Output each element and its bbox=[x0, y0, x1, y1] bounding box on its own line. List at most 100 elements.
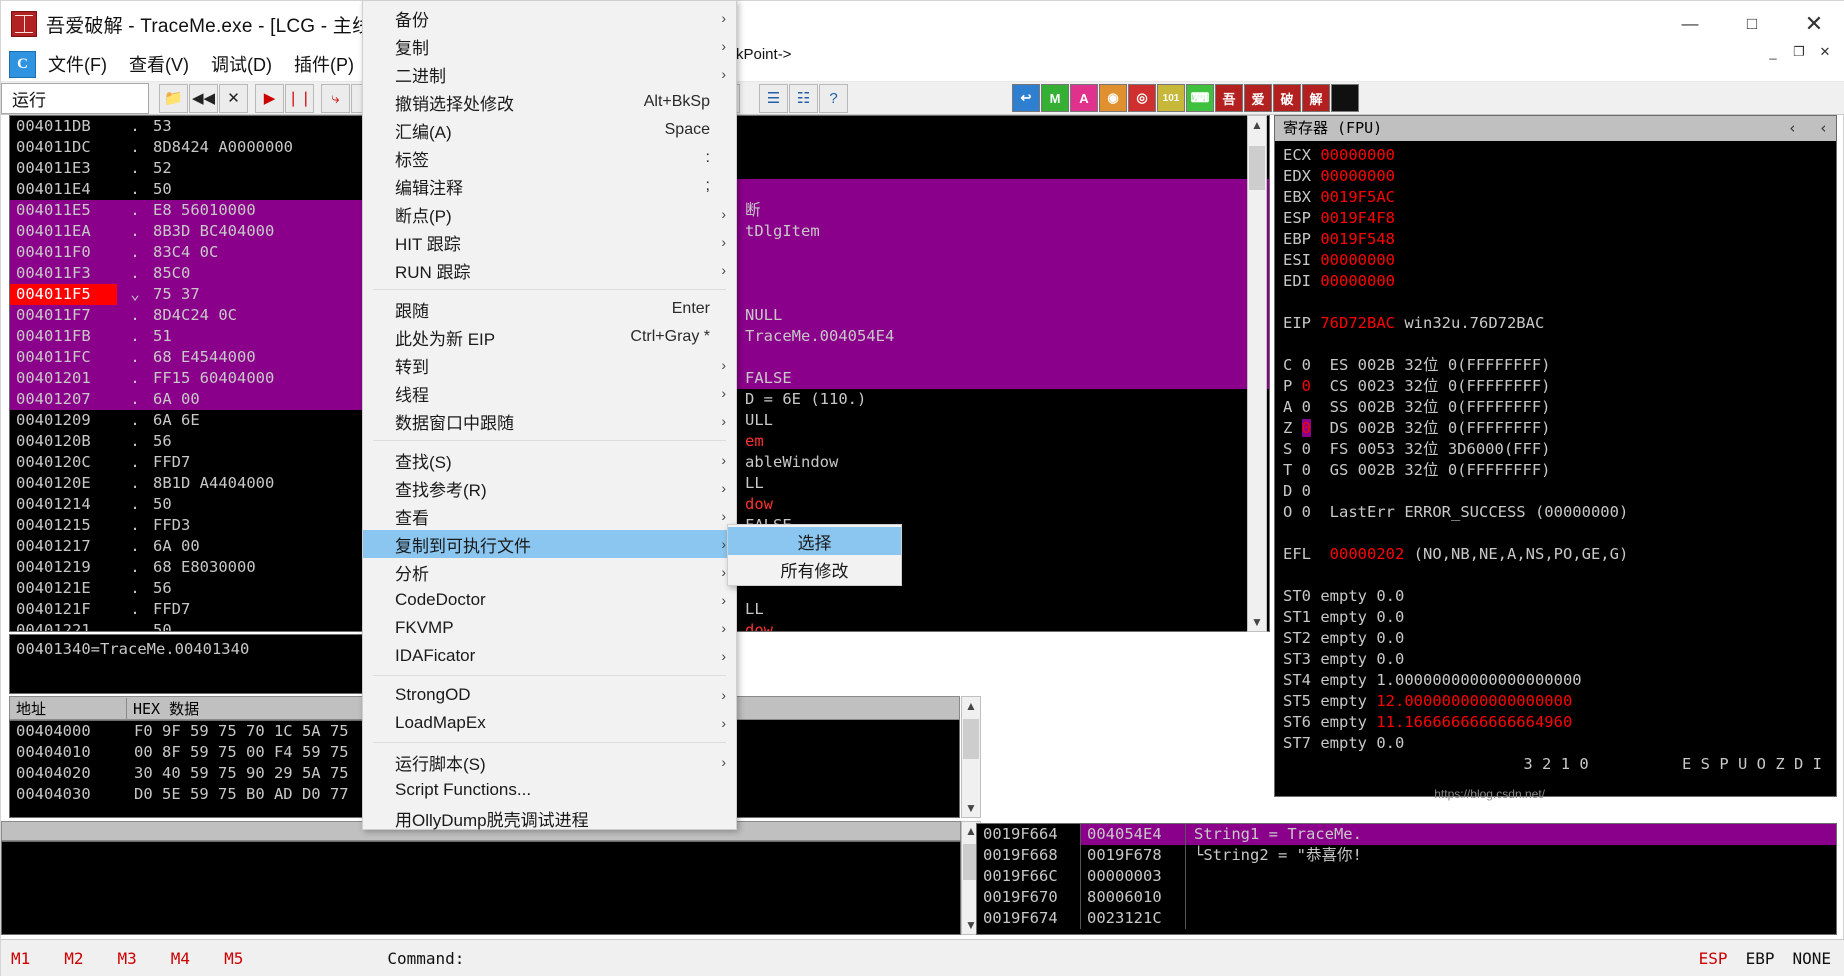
plugin-black-icon[interactable] bbox=[1331, 84, 1359, 112]
context-menu-item[interactable]: FKVMP › bbox=[363, 614, 736, 642]
context-menu-item[interactable]: 复制到可执行文件 › bbox=[363, 530, 736, 558]
context-menu-item[interactable]: IDAFicator › bbox=[363, 642, 736, 670]
context-menu-item[interactable]: 断点(P) › bbox=[363, 200, 736, 228]
run-icon[interactable]: ▶ bbox=[255, 83, 284, 113]
flag-row[interactable]: P 0 CS 0023 32位 0(FFFFFFFF) bbox=[1283, 376, 1836, 397]
disassembly-scrollbar[interactable]: ▲ ▼ bbox=[1247, 115, 1267, 632]
menu-view[interactable]: 查看(V) bbox=[129, 51, 189, 77]
flag-value[interactable]: 0 bbox=[1302, 356, 1311, 374]
plugin-back-icon[interactable]: ↩ bbox=[1012, 84, 1040, 112]
grid-view-icon[interactable]: ☷ bbox=[789, 83, 818, 113]
flag-row[interactable]: C 0 ES 002B 32位 0(FFFFFFFF) bbox=[1283, 355, 1836, 376]
register-row[interactable]: EBP 0019F548 bbox=[1283, 229, 1836, 250]
stack-row[interactable]: 0019F674 0023121C bbox=[977, 908, 1836, 929]
context-menu-item[interactable]: LoadMapEx › bbox=[363, 709, 736, 737]
context-menu-item[interactable]: 线程 › bbox=[363, 379, 736, 407]
scrollbar-thumb[interactable] bbox=[1249, 146, 1265, 190]
plugin-target-icon[interactable]: ◎ bbox=[1128, 84, 1156, 112]
context-menu-item[interactable]: 跟随 Enter bbox=[363, 295, 736, 323]
plugin-wu-icon[interactable]: 吾 bbox=[1215, 84, 1243, 112]
submenu-item[interactable]: 所有修改 bbox=[728, 555, 901, 583]
context-menu-item[interactable]: StrongOD › bbox=[363, 681, 736, 709]
flag-row[interactable]: D 0 bbox=[1283, 481, 1836, 502]
efl-row[interactable]: EFL 00000202 (NO,NB,NE,A,NS,PO,GE,G) bbox=[1283, 544, 1836, 565]
status-m3[interactable]: M3 bbox=[118, 949, 137, 968]
register-row[interactable]: EBX 0019F5AC bbox=[1283, 187, 1836, 208]
plugin-circle-icon[interactable]: ◉ bbox=[1099, 84, 1127, 112]
fpu-row[interactable]: ST6 empty 11.166666666666664960 bbox=[1283, 712, 1836, 733]
status-m1[interactable]: M1 bbox=[11, 949, 30, 968]
open-file-icon[interactable]: 📁 bbox=[159, 83, 188, 113]
stack-row[interactable]: 0019F668 0019F678 └String2 = "恭喜你! bbox=[977, 845, 1836, 866]
stack-pane[interactable]: 0019F664 004054E4 String1 = TraceMe. 0019F6… bbox=[976, 823, 1837, 935]
context-menu-item[interactable]: 转到 › bbox=[363, 351, 736, 379]
register-row[interactable]: ESP 0019F4F8 bbox=[1283, 208, 1836, 229]
stack-row[interactable]: 0019F664 004054E4 String1 = TraceMe. bbox=[977, 824, 1836, 845]
register-prev-icon[interactable]: ‹ bbox=[1788, 118, 1797, 139]
menu-debug[interactable]: 调试(D) bbox=[211, 51, 272, 77]
dump-scroll-down-icon[interactable]: ▼ bbox=[965, 799, 977, 817]
register-eip-row[interactable]: EIP 76D72BAC win32u.76D72BAC bbox=[1283, 313, 1836, 334]
context-menu-item[interactable]: RUN 跟踪 › bbox=[363, 256, 736, 284]
flag-value[interactable]: 0 bbox=[1302, 377, 1311, 395]
flag-row[interactable]: A 0 SS 002B 32位 0(FFFFFFFF) bbox=[1283, 397, 1836, 418]
pause-icon[interactable]: ❘❘ bbox=[285, 83, 314, 113]
status-m4[interactable]: M4 bbox=[171, 949, 190, 968]
context-menu-item[interactable]: 备份 › bbox=[363, 4, 736, 32]
context-menu-item[interactable]: 编辑注释; bbox=[363, 172, 736, 200]
fpu-row[interactable]: ST1 empty 0.0 bbox=[1283, 607, 1836, 628]
register-row[interactable]: ECX 00000000 bbox=[1283, 145, 1836, 166]
register-next-icon[interactable]: ‹ bbox=[1819, 118, 1828, 139]
mdi-close-button[interactable]: ✕ bbox=[1813, 41, 1837, 63]
dump-scroll-up-icon[interactable]: ▲ bbox=[965, 697, 977, 715]
context-menu-item[interactable]: 二进制 › bbox=[363, 60, 736, 88]
list-view-icon[interactable]: ☰ bbox=[759, 83, 788, 113]
register-pane[interactable]: 寄存器 (FPU) ‹ ‹ ECX 00000000 EDX 00000000 EB… bbox=[1274, 115, 1837, 797]
submenu-item[interactable]: 选择 bbox=[728, 527, 901, 555]
step-into-icon[interactable]: ⤷ bbox=[321, 83, 350, 113]
flag-row[interactable]: T 0 GS 002B 32位 0(FFFFFFFF) bbox=[1283, 460, 1836, 481]
fpu-row[interactable]: ST0 empty 0.0 bbox=[1283, 586, 1836, 607]
register-row[interactable]: EDI 00000000 bbox=[1283, 271, 1836, 292]
stack-row[interactable]: 0019F670 80006010 bbox=[977, 887, 1836, 908]
plugin-101-icon[interactable]: 101 bbox=[1157, 84, 1185, 112]
plugin-keyboard-icon[interactable]: ⌨ bbox=[1186, 84, 1214, 112]
status-m5[interactable]: M5 bbox=[224, 949, 243, 968]
scroll-up-icon[interactable]: ▲ bbox=[1251, 116, 1263, 134]
close-program-icon[interactable]: ✕ bbox=[219, 83, 248, 113]
fpu-row[interactable]: ST2 empty 0.0 bbox=[1283, 628, 1836, 649]
register-row[interactable]: EDX 00000000 bbox=[1283, 166, 1836, 187]
fpu-row[interactable]: ST5 empty 12.000000000000000000 bbox=[1283, 691, 1836, 712]
context-submenu[interactable]: 选择 所有修改 bbox=[727, 524, 902, 586]
plugin-a-icon[interactable]: A bbox=[1070, 84, 1098, 112]
fpu-row[interactable]: ST4 empty 1.00000000000000000000 bbox=[1283, 670, 1836, 691]
mdi-restore-button[interactable]: ❐ bbox=[1787, 41, 1811, 63]
flag-row[interactable]: Z 0 DS 002B 32位 0(FFFFFFFF) bbox=[1283, 418, 1836, 439]
context-menu-item[interactable]: 标签: bbox=[363, 144, 736, 172]
restart-icon[interactable]: ◀◀ bbox=[189, 83, 218, 113]
fpu-row[interactable]: ST3 empty 0.0 bbox=[1283, 649, 1836, 670]
scroll-down-icon[interactable]: ▼ bbox=[1251, 613, 1263, 631]
flag-value[interactable]: 0 bbox=[1302, 398, 1311, 416]
plugin-m-icon[interactable]: M bbox=[1041, 84, 1069, 112]
help-icon[interactable]: ? bbox=[819, 83, 848, 113]
context-menu-item[interactable]: 查找参考(R) › bbox=[363, 474, 736, 502]
context-menu-item[interactable]: 数据窗口中跟随 › bbox=[363, 407, 736, 435]
mdi-minimize-button[interactable]: _ bbox=[1761, 41, 1785, 63]
plugin-jie-icon[interactable]: 解 bbox=[1302, 84, 1330, 112]
context-menu-item[interactable]: 汇编(A) Space bbox=[363, 116, 736, 144]
context-menu-item[interactable]: 此处为新 EIP Ctrl+Gray * bbox=[363, 323, 736, 351]
context-menu-item[interactable]: 查找(S) › bbox=[363, 446, 736, 474]
context-menu-item[interactable]: HIT 跟踪 › bbox=[363, 228, 736, 256]
plugin-po-icon[interactable]: 破 bbox=[1273, 84, 1301, 112]
plugin-ai-icon[interactable]: 爱 bbox=[1244, 84, 1272, 112]
fpu-row[interactable]: ST7 empty 0.0 bbox=[1283, 733, 1836, 754]
register-row[interactable]: ESI 00000000 bbox=[1283, 250, 1836, 271]
flag-row[interactable]: S 0 FS 0053 32位 3D6000(FFF) bbox=[1283, 439, 1836, 460]
flag-value[interactable]: 0 bbox=[1302, 482, 1311, 500]
flag-value[interactable]: 0 bbox=[1302, 461, 1311, 479]
context-menu-item[interactable]: 运行脚本(S) › bbox=[363, 748, 736, 776]
context-menu-item[interactable]: Script Functions... bbox=[363, 776, 736, 804]
context-menu-item[interactable]: 查看 › bbox=[363, 502, 736, 530]
context-menu-item[interactable]: 复制 › bbox=[363, 32, 736, 60]
